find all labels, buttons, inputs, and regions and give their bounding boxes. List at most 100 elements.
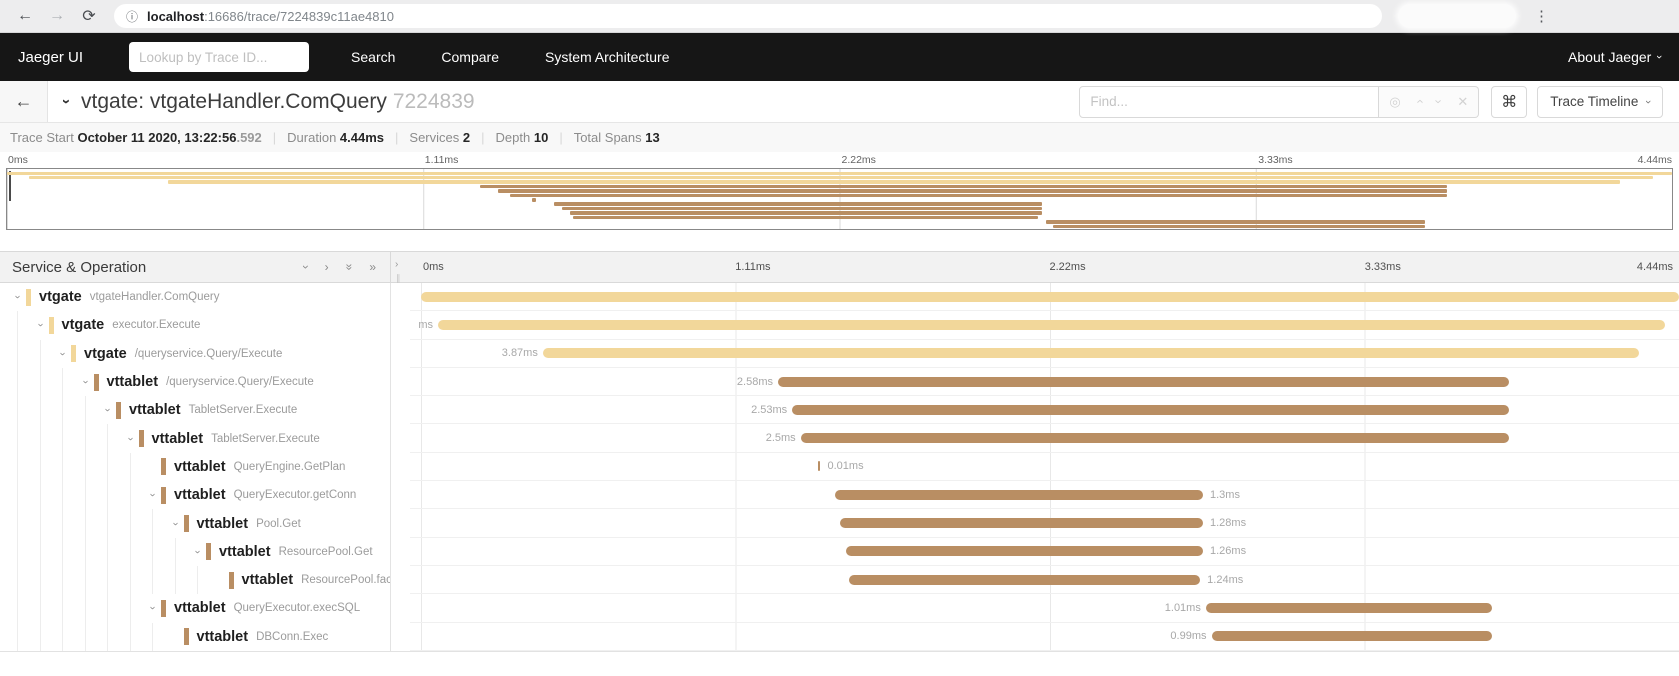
tree-timeline-divider[interactable] <box>390 396 410 424</box>
browser-reload-icon[interactable]: ⟳ <box>76 6 102 26</box>
nav-item-compare[interactable]: Compare <box>441 49 499 65</box>
span-duration-bar[interactable] <box>840 518 1203 528</box>
span-tree-item-resourcepool-get[interactable]: ›vttabletResourcePool.Get <box>0 538 390 566</box>
span-collapse-icon[interactable]: › <box>33 319 49 331</box>
tree-indent-guide <box>17 509 18 537</box>
trace-minimap: 0ms1.11ms2.22ms3.33ms4.44ms <box>0 152 1679 232</box>
span-duration-bar[interactable] <box>818 461 821 471</box>
span-timeline-cell[interactable] <box>410 283 1679 311</box>
span-duration-bar[interactable] <box>421 292 1679 302</box>
expand-panel-icon[interactable]: › <box>395 259 398 270</box>
browser-back-icon[interactable]: ← <box>12 7 38 25</box>
tree-timeline-divider[interactable] <box>390 424 410 452</box>
span-collapse-icon[interactable]: › <box>145 489 161 501</box>
tree-indent-guide <box>40 481 41 509</box>
nav-item-search[interactable]: Search <box>351 49 395 65</box>
minimap-span-bar <box>570 211 1043 215</box>
tree-timeline-divider[interactable] <box>390 311 410 339</box>
address-bar[interactable]: ⓘ localhost:16686/trace/7224839c11ae4810 <box>114 4 1382 28</box>
tree-timeline-divider[interactable] <box>390 481 410 509</box>
span-duration-bar[interactable] <box>438 320 1665 330</box>
span-tree-item--queryservice-query-execute[interactable]: ›vttablet/queryservice.Query/Execute <box>0 368 390 396</box>
span-tree-item-dbconn-exec[interactable]: vttabletDBConn.Exec <box>0 623 390 651</box>
span-timeline-cell[interactable]: ms <box>410 311 1679 339</box>
span-timeline-cell[interactable]: 1.01ms <box>410 594 1679 622</box>
tree-indent-guide <box>130 453 131 481</box>
tree-timeline-divider[interactable] <box>390 594 410 622</box>
span-timeline-cell[interactable]: 2.58ms <box>410 368 1679 396</box>
focus-span-icon[interactable]: ◎ <box>1389 94 1400 110</box>
span-tree-item--queryservice-query-execute[interactable]: ›vtgate/queryservice.Query/Execute <box>0 340 390 368</box>
span-duration-bar[interactable] <box>835 490 1203 500</box>
tree-timeline-divider[interactable] <box>390 623 410 651</box>
tree-timeline-divider[interactable] <box>390 566 410 594</box>
span-timeline-cell[interactable]: 0.99ms <box>410 623 1679 651</box>
service-name: vttablet <box>152 431 204 447</box>
timeline-tick-label: 0ms <box>423 261 444 273</box>
browser-menu-icon[interactable]: ⋮ <box>1534 7 1548 25</box>
tree-timeline-divider[interactable] <box>390 509 410 537</box>
span-duration-bar[interactable] <box>543 348 1640 358</box>
keyboard-shortcuts-button[interactable]: ⌘ <box>1491 86 1527 118</box>
span-timeline-cell[interactable]: 2.5ms <box>410 424 1679 452</box>
span-timeline-cell[interactable]: 0.01ms <box>410 453 1679 481</box>
tree-timeline-divider[interactable] <box>390 538 410 566</box>
span-timeline-cell[interactable]: 1.3ms <box>410 481 1679 509</box>
span-collapse-icon[interactable]: › <box>145 602 161 614</box>
span-duration-bar[interactable] <box>792 405 1509 415</box>
span-tree-item-queryexecutor-execsql[interactable]: ›vttabletQueryExecutor.execSQL <box>0 594 390 622</box>
brand-jaeger-ui[interactable]: Jaeger UI <box>18 49 83 66</box>
expand-one-level-icon[interactable]: › <box>325 260 329 274</box>
tree-timeline-divider[interactable] <box>390 340 410 368</box>
find-input[interactable] <box>1079 86 1379 118</box>
span-collapse-icon[interactable]: › <box>78 376 94 388</box>
span-duration-bar[interactable] <box>846 546 1203 556</box>
span-collapse-icon[interactable]: › <box>190 546 206 558</box>
expand-all-icon[interactable]: » <box>369 260 376 274</box>
nav-item-system-architecture[interactable]: System Architecture <box>545 49 670 65</box>
collapse-trace-detail-icon[interactable]: › <box>58 99 75 104</box>
minimap-scrubber-handle[interactable] <box>9 171 11 201</box>
span-tree-item-queryengine-getplan[interactable]: vttabletQueryEngine.GetPlan <box>0 453 390 481</box>
span-tree-item-tabletserver-execute[interactable]: ›vttabletTabletServer.Execute <box>0 424 390 452</box>
service-color-bar <box>71 345 76 362</box>
span-collapse-icon[interactable]: › <box>123 433 139 445</box>
tree-timeline-divider[interactable] <box>390 368 410 396</box>
browser-forward-icon[interactable]: → <box>44 7 70 25</box>
collapse-one-level-icon[interactable]: › <box>299 265 313 269</box>
span-collapse-icon[interactable]: › <box>55 348 71 360</box>
span-duration-bar[interactable] <box>801 433 1509 443</box>
trace-view-selector[interactable]: Trace Timeline › <box>1537 86 1663 118</box>
site-info-icon[interactable]: ⓘ <box>126 8 138 25</box>
collapse-all-icon[interactable]: » <box>342 264 356 271</box>
span-timeline-cell[interactable]: 1.24ms <box>410 566 1679 594</box>
span-tree-item-queryexecutor-getconn[interactable]: ›vttabletQueryExecutor.getConn <box>0 481 390 509</box>
span-duration-bar[interactable] <box>778 377 1509 387</box>
span-tree-item-executor-execute[interactable]: ›vtgateexecutor.Execute <box>0 311 390 339</box>
span-tree-item-pool-get[interactable]: ›vttabletPool.Get <box>0 509 390 537</box>
span-timeline-cell[interactable]: 3.87ms <box>410 340 1679 368</box>
span-duration-bar[interactable] <box>1206 603 1492 613</box>
about-jaeger-menu[interactable]: About Jaeger › <box>1568 49 1661 65</box>
span-duration-bar[interactable] <box>849 575 1200 585</box>
tree-timeline-divider[interactable] <box>390 283 410 311</box>
span-collapse-icon[interactable]: › <box>100 404 116 416</box>
span-collapse-icon[interactable]: › <box>10 291 26 303</box>
tree-timeline-divider[interactable] <box>390 453 410 481</box>
back-button[interactable]: ← <box>0 81 48 122</box>
column-resizer[interactable]: › ∥ <box>390 252 410 282</box>
trace-id-lookup-input[interactable] <box>129 42 309 72</box>
span-duration-bar[interactable] <box>1212 631 1493 641</box>
span-timeline-cell[interactable]: 2.53ms <box>410 396 1679 424</box>
clear-find-icon[interactable]: ✕ <box>1457 94 1468 110</box>
span-tree-item-resourcepool-factory[interactable]: vttabletResourcePool.factory <box>0 566 390 594</box>
url-path: :16686/trace/7224839c11ae4810 <box>204 9 394 24</box>
minimap-canvas[interactable] <box>6 168 1673 230</box>
span-timeline-cell[interactable]: 1.26ms <box>410 538 1679 566</box>
span-timeline-cell[interactable]: 1.28ms <box>410 509 1679 537</box>
span-tree-item-tabletserver-execute[interactable]: ›vttabletTabletServer.Execute <box>0 396 390 424</box>
find-next-icon[interactable]: › <box>1432 99 1447 103</box>
span-tree-item-vtgatehandler-comquery[interactable]: ›vtgatevtgateHandler.ComQuery <box>0 283 390 311</box>
find-prev-icon[interactable]: › <box>1411 99 1426 103</box>
span-collapse-icon[interactable]: › <box>168 518 184 530</box>
